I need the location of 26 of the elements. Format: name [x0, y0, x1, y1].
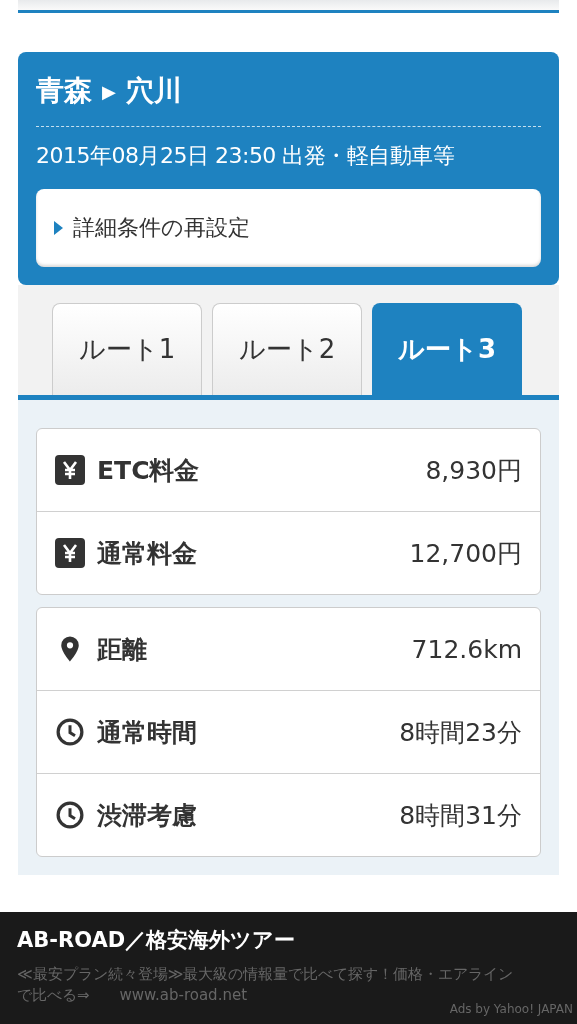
route-tab[interactable]: ルート1: [52, 303, 202, 395]
row-value: 8,930円: [425, 454, 522, 487]
row-value: 8時間23分: [399, 716, 522, 749]
yen-icon: [55, 455, 85, 485]
row-label: 距離: [97, 633, 148, 666]
origin-text: 青森: [36, 73, 92, 109]
ad-description: ≪最安プラン続々登場≫最大級の情報量で比べて探す！価格・エアラインで比べる⇒ www.ab-road.net: [17, 964, 514, 1004]
row-label: ETC料金: [97, 454, 201, 487]
row-value: 12,700円: [409, 537, 522, 570]
row-label: 渋滞考慮: [97, 799, 198, 832]
ad-credit: Ads by Yahoo! JAPAN: [448, 1002, 574, 1016]
route-tab[interactable]: ルート3: [372, 303, 522, 395]
row-value: 8時間31分: [399, 799, 522, 832]
clock-icon: [55, 717, 85, 747]
arrow-glyph: ▶: [102, 80, 116, 102]
reset-conditions-button[interactable]: 詳細条件の再設定: [36, 189, 541, 267]
triangle-icon: [54, 221, 63, 235]
ad-title[interactable]: AB-ROAD／格安海外ツアー: [17, 926, 577, 954]
row-value: 712.6km: [411, 634, 522, 664]
destination-text: 穴川: [125, 73, 182, 109]
conditions-text: 2015年08月25日 23:50 出発・軽自動車等: [36, 142, 456, 170]
clock-icon: [55, 800, 85, 830]
row-label: 通常料金: [97, 537, 198, 570]
row-label: 通常時間: [97, 716, 198, 749]
yen-icon: [55, 538, 85, 568]
route-tab[interactable]: ルート2: [212, 303, 362, 395]
